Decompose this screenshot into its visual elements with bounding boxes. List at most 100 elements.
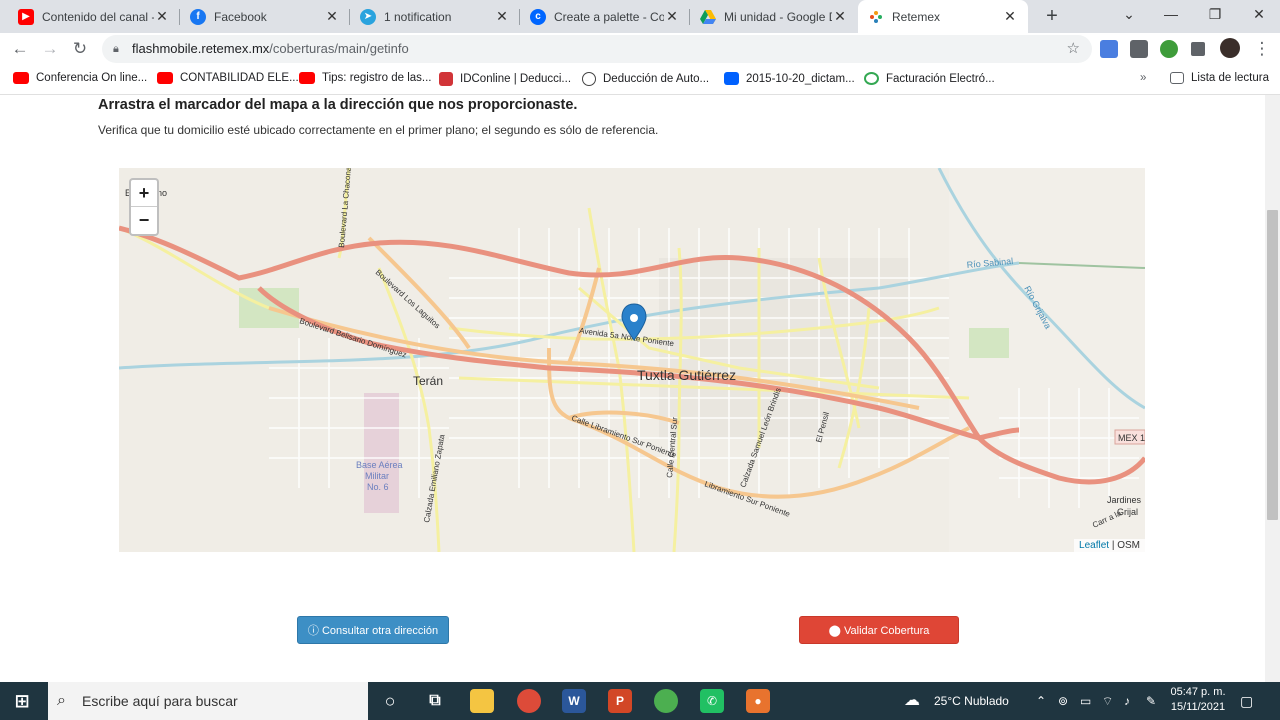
map-attribution: Leaflet | OSM: [1074, 539, 1145, 552]
google-drive-icon: [700, 9, 716, 25]
tab-search-button[interactable]: ⌄: [1107, 0, 1151, 30]
leaflet-link[interactable]: Leaflet: [1079, 540, 1109, 551]
battery-icon[interactable]: ▭: [1080, 682, 1091, 720]
back-button[interactable]: ←: [8, 37, 32, 61]
address-bar[interactable]: 🔒︎ flashmobile.retemex.mx/coberturas/mai…: [102, 35, 1092, 63]
osm-label: OSM: [1117, 540, 1140, 551]
scrollbar-thumb[interactable]: [1267, 210, 1278, 520]
reload-button[interactable]: ↻: [68, 37, 92, 61]
task-view-icon[interactable]: ⧉: [423, 689, 447, 713]
close-icon[interactable]: ✕: [494, 8, 510, 25]
tab-title: Mi unidad - Google D: [724, 9, 832, 24]
extension-globe-icon[interactable]: [1160, 40, 1178, 58]
tab-coolors[interactable]: c Create a palette - Coo ✕: [520, 0, 690, 33]
close-icon[interactable]: ✕: [1002, 8, 1018, 25]
reading-list[interactable]: Lista de lectura: [1170, 72, 1269, 84]
close-icon[interactable]: ✕: [832, 8, 848, 25]
close-window-button[interactable]: ✕: [1237, 0, 1280, 30]
google-translate-icon[interactable]: [1100, 40, 1118, 58]
tab-title: 1 notification: [384, 9, 452, 24]
network-icon[interactable]: ⊚: [1058, 682, 1068, 720]
youtube-icon: [13, 72, 29, 84]
page-scrollbar[interactable]: [1265, 95, 1280, 682]
bookmark-label: IDConline | Deducci...: [460, 73, 572, 85]
bookmark-item[interactable]: IDConline | Deducci...: [439, 72, 571, 86]
tab-youtube[interactable]: ▶ Contenido del canal - ✕: [8, 0, 180, 33]
map-tiles[interactable]: Tuxtla Gutiérrez Terán Base Aérea Milita…: [119, 168, 1145, 552]
bookmark-label: CONTABILIDAD ELE...: [180, 72, 299, 84]
file-explorer-icon[interactable]: [470, 689, 494, 713]
minimize-button[interactable]: —: [1149, 0, 1193, 30]
show-hidden-icons[interactable]: ⌃: [1036, 682, 1046, 720]
bookmark-star-icon[interactable]: ☆: [1067, 35, 1080, 63]
map-marker-icon: ⬤: [828, 625, 841, 637]
close-icon[interactable]: ✕: [154, 8, 170, 25]
notifications-icon[interactable]: ▢: [1240, 682, 1253, 720]
browser-toolbar: ← → ↻ 🔒︎ flashmobile.retemex.mx/cobertur…: [0, 33, 1280, 65]
bookmark-item[interactable]: CONTABILIDAD ELE...: [157, 72, 299, 84]
avatar[interactable]: [1220, 38, 1240, 58]
search-icon: ⌕: [57, 692, 66, 709]
powerpoint-icon[interactable]: P: [608, 689, 632, 713]
map-zoom-control: + −: [129, 178, 159, 236]
forward-button[interactable]: →: [38, 37, 62, 61]
reading-list-icon: [1170, 72, 1184, 84]
puzzle-icon[interactable]: [1191, 42, 1205, 56]
bookmark-item[interactable]: Conferencia On line...: [13, 72, 147, 84]
map-label-base-1: Base Aérea: [356, 460, 403, 470]
map-label-jardines-1: Jardines: [1107, 495, 1142, 505]
zoom-out-button[interactable]: −: [131, 207, 157, 234]
consultar-otra-direccion-button[interactable]: ⓘ Consultar otra dirección: [297, 616, 449, 644]
bookmark-item[interactable]: Facturación Electró...: [864, 72, 995, 85]
chrome-icon[interactable]: [517, 689, 541, 713]
bookmark-label: Deducción de Auto...: [603, 73, 710, 85]
windows-taskbar: ⊞ ⌕ Escribe aquí para buscar ○ ⧉ W P ✆ ●…: [0, 682, 1280, 720]
cortana-icon[interactable]: ○: [378, 689, 402, 713]
clock-date: 15/11/2021: [1170, 701, 1226, 713]
close-icon[interactable]: ✕: [324, 8, 340, 25]
windows-start-icon[interactable]: ⊞: [10, 689, 34, 713]
volume-icon[interactable]: ♪: [1124, 682, 1130, 720]
taskbar-search-input[interactable]: ⌕ Escribe aquí para buscar: [48, 682, 368, 720]
bookmark-item[interactable]: 2015-10-20_dictam...: [724, 72, 855, 85]
tab-retemex[interactable]: Retemex ✕: [858, 0, 1028, 33]
system-clock[interactable]: 05:47 p. m. 15/11/2021: [1166, 685, 1230, 715]
wifi-icon[interactable]: ⌔: [1102, 682, 1113, 720]
weather-text[interactable]: 25°C Nublado: [934, 682, 1009, 720]
validar-cobertura-button[interactable]: ⬤ Validar Cobertura: [799, 616, 959, 644]
close-icon[interactable]: ✕: [664, 8, 680, 25]
chrome-icon[interactable]: [654, 689, 678, 713]
zoom-in-button[interactable]: +: [131, 180, 157, 207]
extension-icon[interactable]: [1130, 40, 1148, 58]
bookmark-item[interactable]: Tips: registro de las...: [299, 72, 432, 84]
maximize-button[interactable]: ❐: [1193, 0, 1237, 30]
map-label-teran: Terán: [413, 374, 443, 388]
attribution-separator: |: [1109, 540, 1118, 551]
page-content: Arrastra el marcador del mapa a la direc…: [0, 95, 1265, 682]
reading-list-label: Lista de lectura: [1191, 72, 1269, 84]
tab-google-drive[interactable]: Mi unidad - Google D ✕: [690, 0, 858, 33]
map[interactable]: Tuxtla Gutiérrez Terán Base Aérea Milita…: [119, 168, 1145, 552]
url-host: flashmobile.retemex.mx: [132, 41, 270, 56]
tab-telegram[interactable]: ➤ 1 notification ✕: [350, 0, 520, 33]
phone-app-icon[interactable]: ✆: [700, 689, 724, 713]
map-label-mex1: MEX 1: [1118, 433, 1145, 443]
new-tab-button[interactable]: +: [1040, 5, 1064, 29]
screen-recorder-icon[interactable]: ●: [746, 689, 770, 713]
map-label-base-2: Militar: [365, 471, 389, 481]
page-title: Arrastra el marcador del mapa a la direc…: [98, 97, 578, 113]
bookmark-item[interactable]: Deducción de Auto...: [582, 72, 709, 86]
info-icon: ⓘ: [307, 625, 319, 637]
menu-icon[interactable]: ⋮: [1250, 37, 1274, 61]
tab-facebook[interactable]: f Facebook ✕: [180, 0, 350, 33]
weather-icon: ☁: [904, 692, 920, 709]
lock-icon: 🔒︎: [113, 43, 119, 55]
language-icon[interactable]: ✎: [1146, 682, 1156, 720]
more-bookmarks-icon[interactable]: »: [1140, 72, 1146, 84]
link-icon: [864, 72, 879, 85]
page-subtitle: Verifica que tu domicilio esté ubicado c…: [98, 123, 659, 137]
bookmark-label: Tips: registro de las...: [322, 72, 432, 84]
idc-icon: [439, 72, 453, 86]
tab-title: Create a palette - Coo: [554, 9, 664, 24]
word-icon[interactable]: W: [562, 689, 586, 713]
